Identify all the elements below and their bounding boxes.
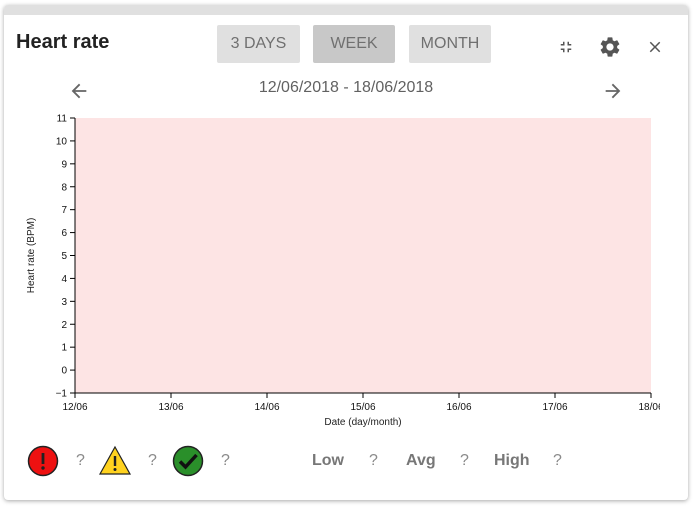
- widget-title: Heart rate: [16, 31, 110, 53]
- close-button[interactable]: [641, 33, 669, 61]
- avg-label: Avg: [406, 452, 436, 469]
- error-count[interactable]: ?: [76, 452, 85, 470]
- plot-area: [75, 118, 651, 393]
- warning-status-icon[interactable]: [98, 445, 132, 477]
- arrow-right-icon: [605, 83, 621, 99]
- y-tick-label: 8: [61, 182, 67, 193]
- y-tick-label: 0: [61, 366, 67, 377]
- error-status-icon[interactable]: [27, 445, 59, 477]
- collapse-button[interactable]: [552, 33, 580, 61]
- x-axis-title: Date (day/month): [324, 417, 401, 428]
- y-tick-label: 7: [61, 205, 67, 216]
- y-axis-title: Heart rate (BPM): [26, 218, 37, 294]
- arrow-left-icon: [71, 83, 87, 99]
- settings-button[interactable]: [596, 33, 624, 61]
- y-tick-label: 5: [61, 251, 67, 262]
- low-label: Low: [312, 452, 344, 469]
- next-period-button[interactable]: [600, 78, 626, 104]
- x-tick-label: 12/06: [62, 402, 87, 413]
- range-month-button[interactable]: MONTH: [409, 25, 491, 63]
- x-tick-label: 14/06: [254, 402, 279, 413]
- close-icon: [649, 41, 661, 53]
- x-tick-label: 13/06: [158, 402, 183, 413]
- fullscreen-exit-icon: [560, 41, 572, 53]
- ok-count[interactable]: ?: [221, 452, 230, 470]
- previous-period-button[interactable]: [66, 78, 92, 104]
- high-label: High: [494, 452, 530, 469]
- y-tick-label: 2: [61, 320, 67, 331]
- x-axis: 12/06 13/06 14/06 15/06 16/06 17/06 18/06: [62, 392, 660, 413]
- date-range-label: 12/06/2018 - 18/06/2018: [258, 79, 434, 96]
- y-tick-label: 4: [61, 274, 67, 285]
- gear-icon: [600, 37, 620, 57]
- x-tick-label: 15/06: [350, 402, 375, 413]
- heart-rate-widget: Heart rate 3 DAYS WEEK MONTH 12/06/2018 …: [4, 5, 688, 500]
- y-tick-label: 3: [61, 297, 67, 308]
- y-tick-label: 1: [61, 343, 67, 354]
- avg-value: ?: [460, 452, 469, 469]
- range-week-button[interactable]: WEEK: [313, 25, 395, 63]
- y-axis: −1 0 1 2 3 4 5 6 7 8 9 10 11: [56, 114, 76, 400]
- x-tick-label: 16/06: [446, 402, 471, 413]
- y-tick-label: 11: [57, 114, 68, 125]
- y-tick-label: 10: [56, 136, 68, 147]
- y-tick-label: −1: [56, 389, 68, 400]
- range-3-days-button[interactable]: 3 DAYS: [217, 25, 300, 63]
- low-value: ?: [369, 452, 378, 469]
- y-tick-label: 6: [61, 228, 67, 239]
- high-value: ?: [553, 452, 562, 469]
- warning-count[interactable]: ?: [148, 452, 157, 470]
- y-tick-label: 9: [61, 159, 67, 170]
- x-tick-label: 18/06: [638, 402, 660, 413]
- ok-status-icon[interactable]: [172, 445, 204, 477]
- widget-drag-bar[interactable]: [4, 5, 688, 15]
- x-tick-label: 17/06: [542, 402, 567, 413]
- heart-rate-chart: −1 0 1 2 3 4 5 6 7 8 9 10 11 12/06 13/06 14/06 15/06 16/…: [26, 114, 660, 429]
